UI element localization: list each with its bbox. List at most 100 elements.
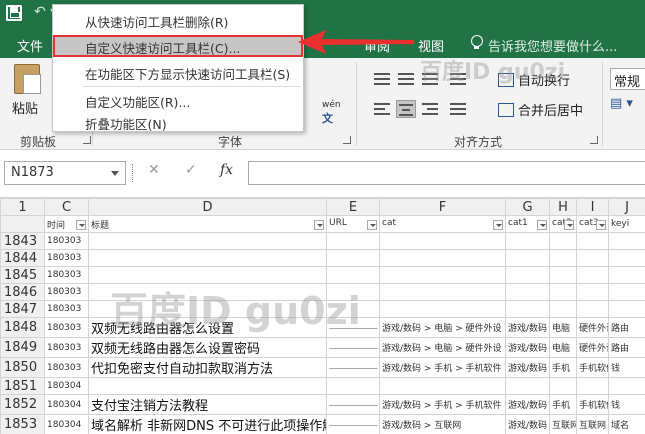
formula-input[interactable] bbox=[248, 161, 645, 185]
cell-time[interactable]: 180303 bbox=[44, 337, 89, 358]
align-center-icon[interactable] bbox=[396, 100, 416, 118]
cell-url[interactable] bbox=[326, 266, 380, 284]
row-header[interactable]: 1850 bbox=[0, 357, 45, 378]
cell-cat3[interactable]: 互联网 bbox=[576, 414, 609, 434]
cell-key[interactable] bbox=[608, 283, 645, 301]
cell-url[interactable] bbox=[326, 249, 380, 267]
cell-cat[interactable] bbox=[379, 232, 506, 250]
cell-time[interactable]: 180303 bbox=[44, 232, 89, 250]
column-header[interactable]: J bbox=[608, 198, 645, 216]
align-right-icon[interactable] bbox=[420, 100, 440, 118]
cell-cat[interactable]: 游戏/数码 > 电脑 > 硬件外设 bbox=[379, 337, 506, 358]
alignment-launcher-icon[interactable] bbox=[590, 136, 598, 144]
cell-key[interactable] bbox=[608, 377, 645, 395]
row-header[interactable]: 1848 bbox=[0, 317, 45, 338]
menu-item-customize-ribbon[interactable]: 自定义功能区(R)... bbox=[53, 89, 303, 111]
cell-cat2[interactable] bbox=[549, 249, 577, 267]
cell-cat[interactable]: 游戏/数码 > 互联网 bbox=[379, 414, 506, 434]
cell-title[interactable] bbox=[88, 283, 327, 301]
cell-url[interactable]: ———————— bbox=[326, 357, 380, 378]
cell-cat3[interactable] bbox=[576, 249, 609, 267]
cell-cat2[interactable] bbox=[549, 283, 577, 301]
row-header[interactable]: 1844 bbox=[0, 249, 45, 267]
filter-dropdown-icon[interactable] bbox=[76, 219, 86, 230]
column-header[interactable]: D bbox=[88, 198, 327, 216]
filter-dropdown-icon[interactable] bbox=[596, 220, 606, 230]
indent-icon[interactable] bbox=[448, 100, 468, 118]
field-header-cell[interactable]: cat bbox=[379, 215, 506, 233]
column-header[interactable]: I bbox=[576, 198, 609, 216]
field-header-cell[interactable]: 时间 bbox=[44, 215, 89, 233]
field-header-cell[interactable]: 标题 bbox=[88, 215, 327, 233]
cell-time[interactable]: 180303 bbox=[44, 283, 89, 301]
row-header[interactable] bbox=[0, 215, 45, 233]
cell-url[interactable] bbox=[326, 300, 380, 318]
cell-key[interactable]: 路由 bbox=[608, 317, 645, 338]
cell-time[interactable]: 180303 bbox=[44, 266, 89, 284]
column-header[interactable]: C bbox=[44, 198, 89, 216]
cell-title[interactable] bbox=[88, 232, 327, 250]
cell-cat2[interactable]: 电脑 bbox=[549, 337, 577, 358]
cell-time[interactable]: 180304 bbox=[44, 377, 89, 395]
cell-key[interactable] bbox=[608, 266, 645, 284]
field-header-cell[interactable]: cat2 bbox=[549, 215, 577, 233]
cell-cat1[interactable]: 游戏/数码 bbox=[505, 414, 550, 434]
align-left-icon[interactable] bbox=[372, 100, 392, 118]
cell-cat3[interactable]: 手机软件 bbox=[576, 357, 609, 378]
clipboard-launcher-icon[interactable] bbox=[83, 136, 91, 144]
field-header-cell[interactable]: keyi bbox=[608, 215, 645, 233]
cancel-icon[interactable]: ✕ bbox=[148, 162, 160, 178]
field-header-cell[interactable]: cat1 bbox=[505, 215, 550, 233]
wrap-text-button[interactable]: 自动换行 bbox=[498, 70, 570, 89]
column-header[interactable]: G bbox=[505, 198, 550, 216]
row-header[interactable]: 1851 bbox=[0, 377, 45, 395]
currency-format-icon[interactable]: ▤ ▾ bbox=[610, 96, 633, 111]
cell-cat3[interactable] bbox=[576, 300, 609, 318]
tab-view[interactable]: 视图 bbox=[418, 36, 444, 55]
align-middle-icon[interactable] bbox=[396, 70, 416, 88]
tab-file[interactable]: 文件 bbox=[17, 36, 43, 55]
enter-icon[interactable]: ✓ bbox=[185, 162, 197, 178]
cell-time[interactable]: 180303 bbox=[44, 317, 89, 338]
cell-key[interactable] bbox=[608, 300, 645, 318]
merge-center-button[interactable]: 合并后居中 bbox=[498, 100, 583, 119]
cell-cat2[interactable] bbox=[549, 300, 577, 318]
cell-key[interactable]: 钱 bbox=[608, 394, 645, 415]
filter-dropdown-icon[interactable] bbox=[367, 220, 377, 230]
menu-item-collapse-ribbon[interactable]: 折叠功能区(N) bbox=[53, 111, 303, 133]
cell-cat2[interactable] bbox=[549, 232, 577, 250]
menu-item-remove-from-qat[interactable]: 从快速访问工具栏删除(R) bbox=[53, 9, 303, 31]
cell-time[interactable]: 180304 bbox=[44, 394, 89, 415]
cell-cat2[interactable]: 手机 bbox=[549, 357, 577, 378]
cell-cat1[interactable]: 游戏/数码 bbox=[505, 317, 550, 338]
cell-cat3[interactable] bbox=[576, 266, 609, 284]
cell-title[interactable]: 双频无线路由器怎么设置密码 bbox=[88, 337, 327, 358]
tell-me-search[interactable]: 告诉我您想要做什么... bbox=[488, 36, 617, 55]
cell-url[interactable]: ———————— bbox=[326, 317, 380, 338]
align-bottom-icon[interactable] bbox=[420, 70, 440, 88]
cell-cat1[interactable] bbox=[505, 249, 550, 267]
cell-url[interactable]: ———————— bbox=[326, 337, 380, 358]
cell-title[interactable] bbox=[88, 266, 327, 284]
cell-cat1[interactable] bbox=[505, 232, 550, 250]
cell-cat1[interactable] bbox=[505, 377, 550, 395]
cell-title[interactable] bbox=[88, 300, 327, 318]
formula-bar-grip[interactable] bbox=[132, 164, 134, 182]
cell-cat[interactable] bbox=[379, 377, 506, 395]
field-header-cell[interactable]: cat3 bbox=[576, 215, 609, 233]
cell-cat[interactable]: 游戏/数码 > 电脑 > 硬件外设 bbox=[379, 317, 506, 338]
cell-cat1[interactable]: 游戏/数码 bbox=[505, 357, 550, 378]
column-header[interactable]: F bbox=[379, 198, 506, 216]
row-header[interactable]: 1845 bbox=[0, 266, 45, 284]
cell-title[interactable]: 代扣免密支付自动扣款取消方法 bbox=[88, 357, 327, 378]
phonetic-button[interactable]: wén 文 bbox=[322, 100, 341, 126]
cell-cat3[interactable] bbox=[576, 283, 609, 301]
field-header-cell[interactable]: URL bbox=[326, 215, 380, 233]
cell-cat2[interactable] bbox=[549, 377, 577, 395]
orientation-icon[interactable] bbox=[448, 70, 468, 88]
cell-cat2[interactable]: 互联网 bbox=[549, 414, 577, 434]
menu-item-customize-qat[interactable]: 自定义快速访问工具栏(C)... bbox=[53, 35, 303, 57]
filter-dropdown-icon[interactable] bbox=[564, 220, 574, 230]
row-header-corner[interactable]: 1 bbox=[0, 198, 45, 216]
cell-cat1[interactable]: 游戏/数码 bbox=[505, 337, 550, 358]
